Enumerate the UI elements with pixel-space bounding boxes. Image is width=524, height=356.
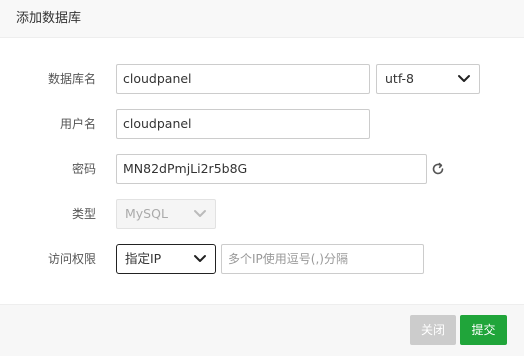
username-label: 用户名 [59, 117, 96, 131]
username-row: 用户名 cloudpanel [0, 109, 524, 139]
db-name-input[interactable]: cloudpanel [116, 64, 370, 94]
submit-button[interactable]: 提交 [460, 315, 507, 345]
ip-list-placeholder: 多个IP使用逗号(,)分隔 [228, 252, 348, 266]
dialog-title: 添加数据库 [16, 11, 82, 26]
type-row: 类型 MySQL [0, 199, 524, 229]
dialog-footer: 关闭 提交 [0, 304, 524, 356]
type-label: 类型 [71, 207, 96, 221]
username-input[interactable]: cloudpanel [116, 109, 370, 139]
charset-select[interactable]: utf-8 [376, 64, 480, 94]
dialog-title-bar[interactable]: 添加数据库 [0, 0, 524, 38]
password-row: 密码 MN82dPmjLi2r5b8G [0, 154, 524, 184]
close-button[interactable]: 关闭 [410, 315, 456, 345]
db-name-row: 数据库名 cloudpanel utf-8 [0, 64, 524, 94]
chevron-down-icon [194, 255, 206, 262]
access-select[interactable]: 指定IP [116, 244, 216, 274]
password-label: 密码 [71, 162, 96, 176]
type-select-value: MySQL [125, 206, 168, 221]
access-label: 访问权限 [47, 252, 96, 266]
access-select-value: 指定IP [125, 251, 162, 266]
type-select: MySQL [116, 199, 216, 229]
password-input[interactable]: MN82dPmjLi2r5b8G [116, 154, 427, 184]
chevron-down-icon [194, 210, 206, 217]
refresh-icon[interactable] [431, 162, 445, 176]
chevron-down-icon [458, 75, 470, 82]
ip-list-input[interactable]: 多个IP使用逗号(,)分隔 [221, 244, 424, 274]
db-name-label: 数据库名 [47, 72, 96, 86]
add-database-dialog: 添加数据库 数据库名 cloudpanel utf-8 用户名 cloudpan… [0, 0, 524, 356]
access-row: 访问权限 指定IP 多个IP使用逗号(,)分隔 [0, 244, 524, 274]
charset-select-value: utf-8 [385, 71, 415, 86]
